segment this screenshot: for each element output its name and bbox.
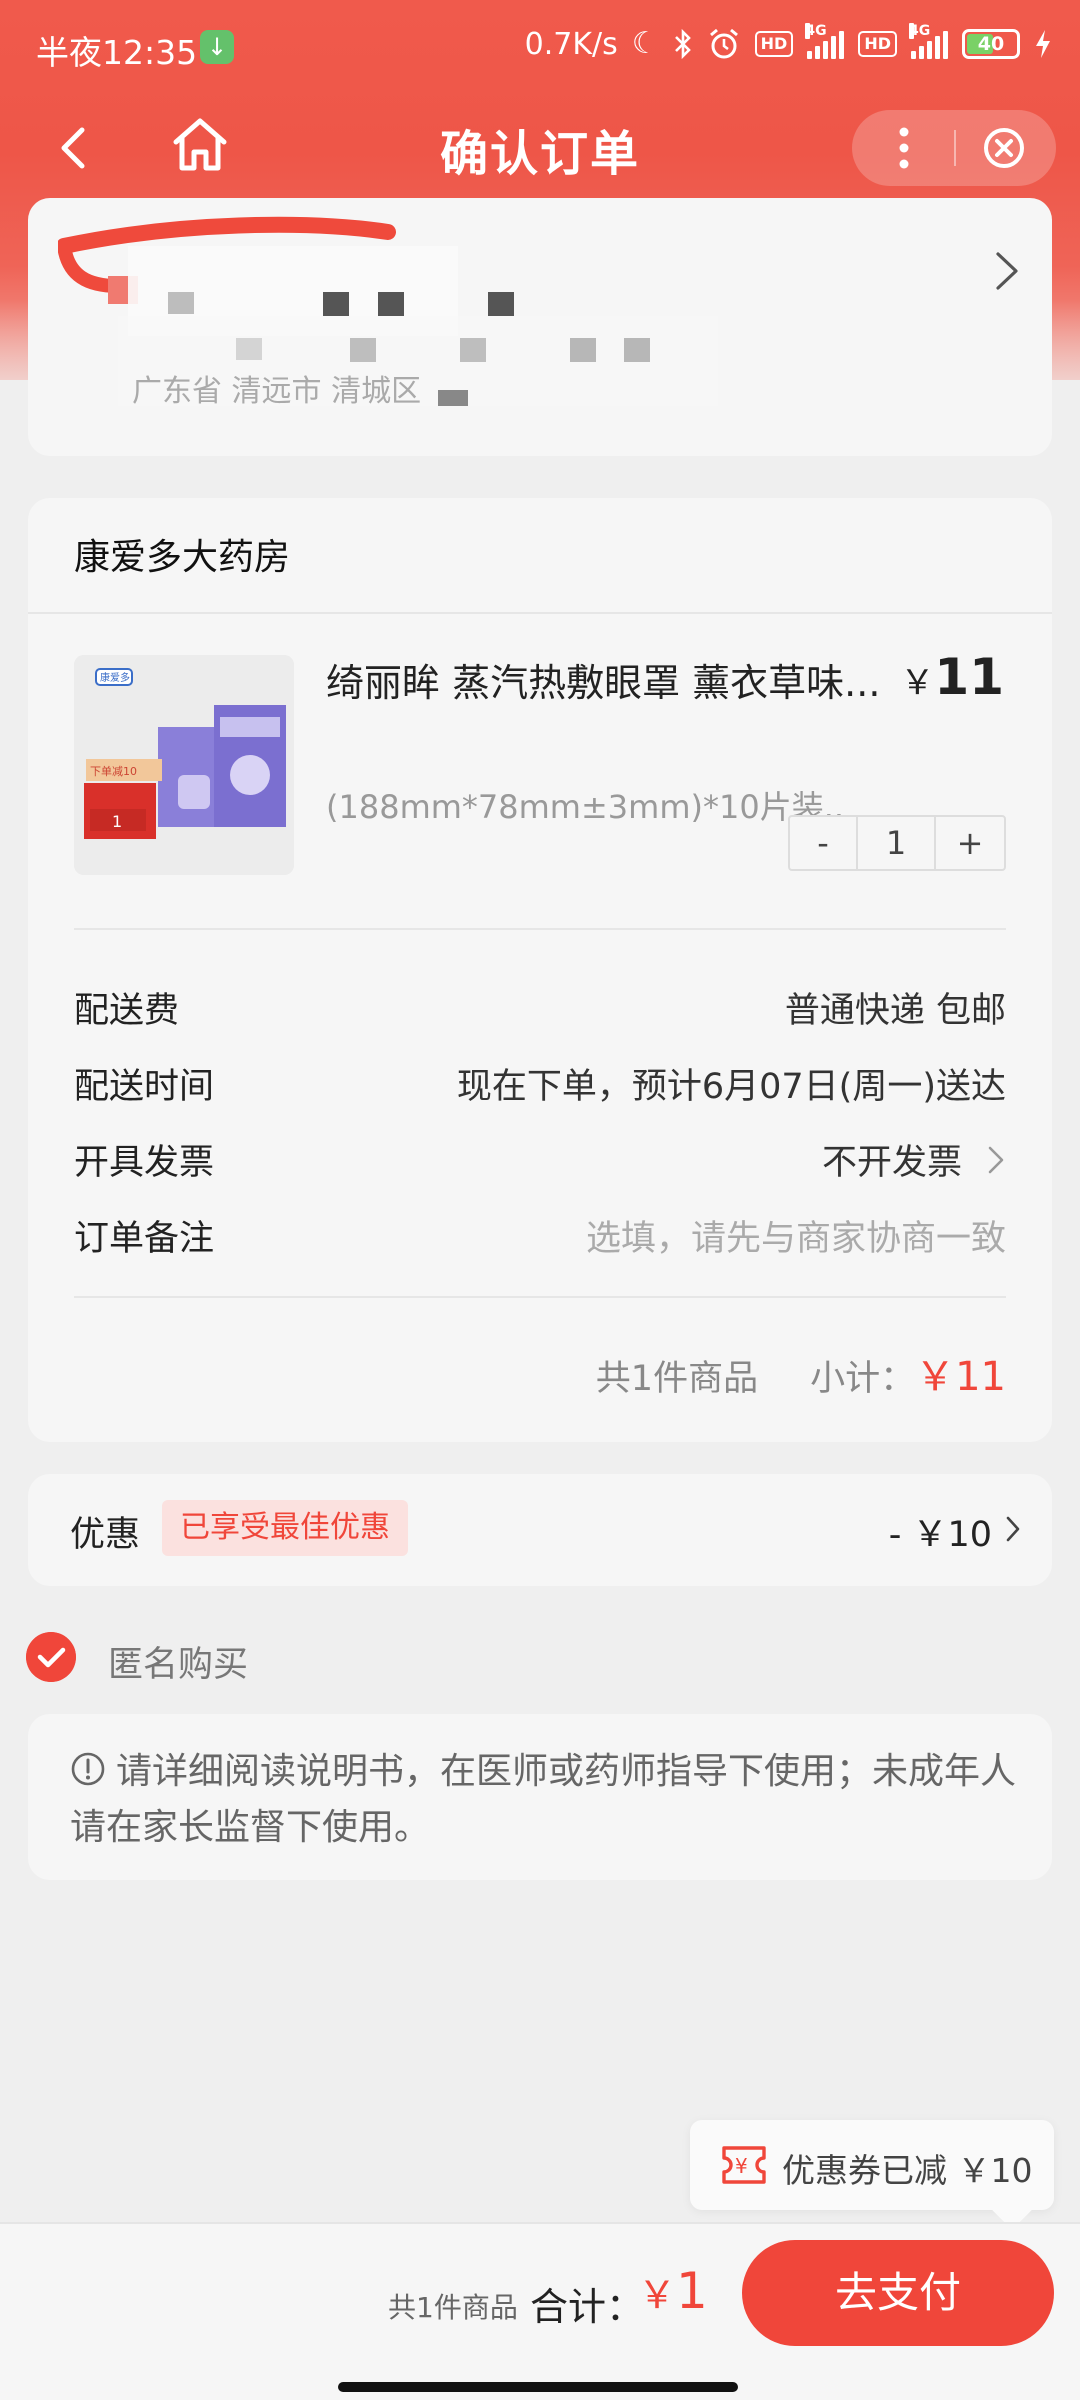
moon-icon: ☾ [631,26,659,61]
product-title[interactable]: 绮丽眸 蒸汽热敷眼罩 薰衣草味... [326,650,886,716]
divider [28,612,1052,614]
discount-label: 优惠 [70,1515,141,1555]
row-value: 普通快递 包邮 [784,991,1006,1031]
product-image-brand: 康爱多 [100,671,130,684]
divider [74,928,1006,930]
row-value: 不开发票 [821,1143,962,1183]
mini-program-capsule [852,110,1056,186]
subtotal: 共1件商品 小计：￥11 [596,1344,1006,1402]
coupon-text: 优惠券已减 ￥10 [782,2151,1033,2190]
more-icon[interactable] [894,124,914,172]
quantity-stepper: - 1 + [788,815,1006,871]
battery-icon: 40 [962,29,1020,59]
increase-button[interactable]: + [936,817,1004,869]
best-discount-badge: 已享受最佳优惠 [162,1500,408,1556]
product-spec: (188mm*78mm±3mm)*10片装... [326,788,846,826]
home-indicator[interactable] [338,2382,738,2392]
row-label: 订单备注 [74,1219,215,1259]
row-value: 现在下单，预计6月07日(周一)送达 [456,1067,1006,1107]
notice-card: 请详细阅读说明书，在医师或药师指导下使用；未成年人请在家长监督下使用。 [28,1714,1052,1880]
product-price: ￥11 [900,648,1004,706]
divider [74,1296,1006,1298]
order-note-input[interactable]: 选填，请先与商家协商一致 [586,1210,1006,1261]
order-note-row[interactable]: 订单备注 选填，请先与商家协商一致 [74,1210,1006,1260]
status-icons: 0.7K/s ☾ HD 4G HD 4G 40 [524,23,1052,62]
chevron-right-icon [1006,1516,1020,1542]
shipping-fee-row[interactable]: 配送费 普通快递 包邮 [74,982,1006,1032]
total-amount: ￥1 [638,2262,708,2320]
row-label: 开具发票 [74,1143,215,1183]
shop-name: 康爱多大药房 [74,537,291,578]
hd-icon: HD [754,31,794,57]
notice-text: 请详细阅读说明书，在医师或药师指导下使用；未成年人请在家长监督下使用。 [70,1751,1017,1848]
pay-button[interactable]: 去支付 [742,2240,1054,2346]
subtotal-value: ￥11 [915,1354,1006,1400]
anonymous-purchase-option[interactable]: 匿名购买 [26,1632,626,1685]
svg-text:¥: ¥ [735,2154,748,2178]
info-icon [71,1752,105,1786]
close-icon[interactable] [982,126,1026,170]
discount-value: - ￥10 [888,1515,992,1555]
nav-bar: 确认订单 [0,96,1080,200]
order-card: 康爱多大药房 康爱多 下单减10 1 绮丽眸 蒸汽热敷眼罩 薰衣草味... (1… [28,498,1052,1442]
row-label: 配送费 [74,991,180,1031]
status-time: 半夜12:35 [36,33,198,72]
network-speed: 0.7K/s [524,26,618,62]
anonymous-label: 匿名购买 [108,1645,249,1685]
discount-card[interactable]: 优惠 已享受最佳优惠 - ￥10 [28,1474,1052,1586]
coupon-tooltip: ¥ 优惠券已减 ￥10 [690,2120,1054,2230]
invoice-row[interactable]: 开具发票 不开发票 [74,1134,1006,1184]
address-region: 广东省 清远市 清城区 [132,374,422,409]
svg-text:1: 1 [112,812,122,831]
subtotal-count: 共1件商品 [595,1359,759,1399]
quantity-input[interactable]: 1 [858,817,936,869]
charging-icon [1036,30,1050,58]
subtotal-label: 小计： [810,1359,916,1399]
address-card[interactable]: 广东省 清远市 清城区 [28,198,1052,456]
checkbox-checked-icon[interactable] [26,1632,76,1682]
signal-4g-icon: 4G [805,23,845,59]
hd-icon: HD [858,31,897,57]
product-image-badge: 下单减10 [90,765,137,778]
delivery-time-row: 配送时间 现在下单，预计6月07日(周一)送达 [74,1058,1006,1108]
capsule-divider [954,130,956,166]
coupon-icon: ¥ [722,2146,766,2184]
signal-4g-icon: 4G [909,23,948,59]
bluetooth-icon [674,28,691,60]
download-icon: ↓ [200,30,234,64]
chevron-right-icon [988,1146,1004,1174]
product-image[interactable]: 康爱多 下单减10 1 [74,655,294,875]
item-count: 共1件商品 [388,2291,518,2324]
alarm-icon [709,28,738,59]
checkout-bar: 共1件商品 合计： ￥1 去支付 [0,2222,1080,2400]
decrease-button[interactable]: - [790,817,858,869]
status-bar: 半夜12:35 ↓ 0.7K/s ☾ HD 4G HD 4G 40 [0,0,1080,96]
notice: 请详细阅读说明书，在医师或药师指导下使用；未成年人请在家长监督下使用。 [70,1744,1030,1856]
row-label: 配送时间 [74,1067,215,1107]
total-label: 合计： [530,2285,645,2329]
chevron-right-icon[interactable] [990,246,1024,296]
